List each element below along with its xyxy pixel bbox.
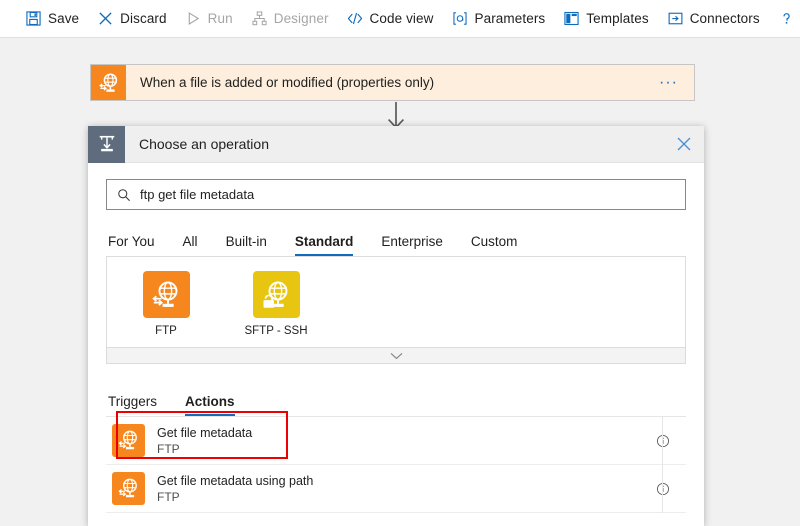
help-icon — [778, 10, 795, 27]
search-icon — [117, 188, 131, 202]
list-item[interactable]: Get file metadata FTP — [106, 417, 686, 465]
operation-connector: FTP — [157, 441, 180, 456]
tab-standard[interactable]: Standard — [281, 234, 368, 256]
connector-tiles: FTP SFTP - SSH — [106, 256, 686, 347]
sftp-icon — [252, 271, 300, 318]
tab-actions[interactable]: Actions — [171, 394, 249, 416]
list-item-text: Get file metadata FTP — [145, 425, 640, 457]
toolbar-button-designer[interactable]: Designer — [242, 0, 338, 38]
toolbar-button-run[interactable]: Run — [176, 0, 242, 38]
toolbar-button-templates[interactable]: Templates — [554, 0, 657, 38]
expand-connectors-button[interactable] — [106, 347, 686, 364]
connector-tile-label: SFTP - SSH — [244, 325, 308, 337]
operation-tabs: Triggers Actions — [106, 380, 686, 416]
category-tabs: For You All Built-in Standard Enterprise… — [106, 222, 686, 256]
ftp-icon — [91, 65, 126, 100]
list-item[interactable]: Get file metadata using path FTP — [106, 465, 686, 513]
info-icon[interactable] — [640, 434, 686, 448]
list-divider — [662, 417, 663, 513]
operation-name: Get file metadata — [157, 425, 253, 440]
ftp-icon — [112, 472, 145, 505]
chevron-down-icon — [390, 347, 403, 365]
operation-connector: FTP — [157, 489, 180, 504]
code-view-icon — [347, 10, 364, 27]
connector-tile-ftp[interactable]: FTP — [129, 271, 203, 347]
templates-icon — [563, 10, 580, 27]
toolbar-button-help[interactable]: Help — [769, 0, 800, 38]
toolbar-label-discard: Discard — [120, 11, 167, 26]
toolbar-label-designer: Designer — [273, 11, 329, 26]
tab-triggers[interactable]: Triggers — [106, 394, 171, 416]
dialog-body: For You All Built-in Standard Enterprise… — [88, 179, 704, 513]
save-icon — [25, 10, 42, 27]
connector-tile-sftp-ssh[interactable]: SFTP - SSH — [239, 271, 313, 347]
toolbar-label-save: Save — [48, 11, 80, 26]
toolbar-button-connectors[interactable]: Connectors — [658, 0, 769, 38]
connector-tile-label: FTP — [155, 325, 177, 337]
toolbar-label-run: Run — [207, 11, 233, 26]
main-toolbar: Save Discard Run Designer Code view Para… — [0, 0, 800, 38]
tab-built-in[interactable]: Built-in — [212, 234, 281, 256]
toolbar-label-code-view: Code view — [369, 11, 434, 26]
connectors-icon — [667, 10, 684, 27]
operation-results-list: Get file metadata FTP Get file metadata … — [106, 416, 686, 513]
discard-icon — [97, 10, 114, 27]
parameters-icon — [451, 10, 468, 27]
trigger-overflow-menu-button[interactable]: ··· — [659, 74, 694, 90]
insert-step-icon — [88, 125, 125, 163]
toolbar-label-connectors: Connectors — [689, 11, 760, 26]
ftp-icon — [142, 271, 190, 318]
toolbar-button-code-view[interactable]: Code view — [338, 0, 443, 38]
toolbar-button-save[interactable]: Save — [16, 0, 88, 38]
toolbar-label-parameters: Parameters — [474, 11, 546, 26]
close-icon[interactable] — [664, 126, 704, 163]
toolbar-button-discard[interactable]: Discard — [88, 0, 175, 38]
list-item-text: Get file metadata using path FTP — [145, 473, 640, 505]
choose-operation-dialog: Choose an operation For You All Built-in… — [88, 125, 704, 526]
tab-all[interactable]: All — [169, 234, 212, 256]
trigger-card[interactable]: When a file is added or modified (proper… — [90, 64, 695, 101]
operation-name: Get file metadata using path — [157, 473, 314, 488]
run-icon — [185, 10, 202, 27]
designer-icon — [251, 10, 268, 27]
search-box[interactable] — [106, 179, 686, 210]
tab-for-you[interactable]: For You — [106, 234, 169, 256]
tab-enterprise[interactable]: Enterprise — [367, 234, 457, 256]
tab-custom[interactable]: Custom — [457, 234, 532, 256]
toolbar-label-templates: Templates — [586, 11, 649, 26]
toolbar-button-parameters[interactable]: Parameters — [442, 0, 554, 38]
info-icon[interactable] — [640, 482, 686, 496]
dialog-title: Choose an operation — [139, 136, 269, 152]
dialog-header: Choose an operation — [88, 125, 704, 163]
search-input[interactable] — [140, 187, 675, 202]
ftp-icon — [112, 424, 145, 457]
trigger-title: When a file is added or modified (proper… — [140, 75, 435, 90]
workflow-canvas: When a file is added or modified (proper… — [0, 38, 800, 526]
